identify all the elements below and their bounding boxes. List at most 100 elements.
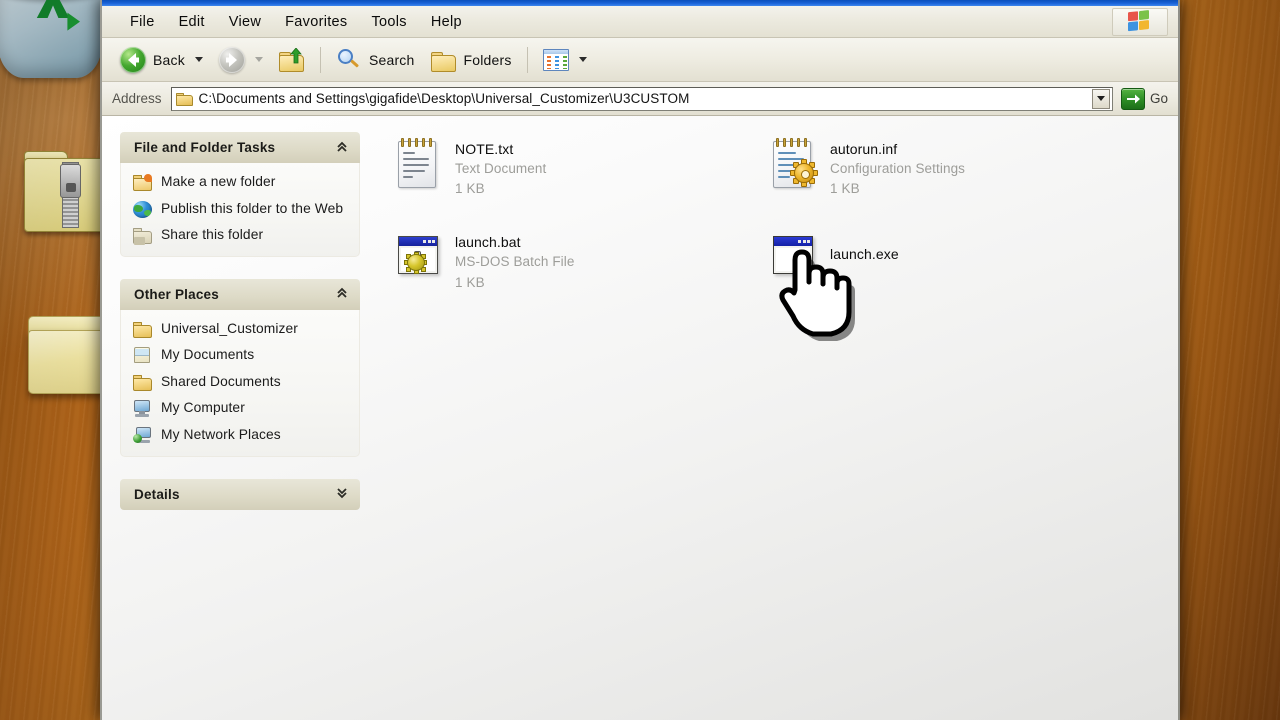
toolbar-separator-2 <box>526 46 528 73</box>
application-icon <box>769 231 816 283</box>
back-label: Back <box>153 51 185 68</box>
my-documents-icon <box>133 347 152 364</box>
toolbar-separator <box>319 46 321 73</box>
panel-header[interactable]: File and Folder Tasks <box>120 132 360 163</box>
place-shared-documents[interactable]: Shared Documents <box>133 372 349 392</box>
file-item-launch-bat[interactable]: launch.bat MS-DOS Batch File 1 KB <box>386 225 761 298</box>
task-label: Publish this folder to the Web <box>161 200 344 216</box>
chevron-down-double-icon[interactable] <box>336 487 348 501</box>
shared-folder-icon <box>133 227 152 246</box>
file-type: MS-DOS Batch File <box>455 254 575 270</box>
file-size: 1 KB <box>455 181 485 197</box>
forward-button[interactable] <box>211 42 271 78</box>
address-input[interactable]: C:\Documents and Settings\gigafide\Deskt… <box>170 86 1113 111</box>
up-button[interactable] <box>271 43 313 77</box>
magnifier-icon <box>336 48 362 72</box>
recycle-bin-icon[interactable] <box>0 0 110 84</box>
menu-bar: File Edit View Favorites Tools Help <box>102 6 1178 38</box>
views-icon <box>542 48 569 71</box>
place-my-documents[interactable]: My Documents <box>133 345 349 365</box>
search-button[interactable]: Search <box>328 43 423 77</box>
menu-item-help[interactable]: Help <box>419 11 474 33</box>
task-publish-to-web[interactable]: Publish this folder to the Web <box>133 199 349 219</box>
place-my-computer[interactable]: My Computer <box>133 398 349 418</box>
file-item-launch-exe[interactable]: launch.exe <box>761 225 907 298</box>
panel-header[interactable]: Other Places <box>120 278 360 310</box>
window-body: File and Folder Tasks Make a new folder … <box>102 116 1178 720</box>
menu-item-edit[interactable]: Edit <box>167 11 217 33</box>
gear-icon <box>404 251 430 275</box>
sidebar: File and Folder Tasks Make a new folder … <box>102 116 374 720</box>
task-label: Share this folder <box>161 227 264 243</box>
panel-header[interactable]: Details <box>120 478 360 510</box>
place-label: Universal_Customizer <box>161 320 298 336</box>
address-label: Address <box>112 91 162 106</box>
task-label: Make a new folder <box>161 174 276 189</box>
chevron-up-double-icon[interactable] <box>336 287 348 301</box>
file-name: NOTE.txt <box>455 141 514 157</box>
new-folder-icon <box>133 174 152 191</box>
menu-item-tools[interactable]: Tools <box>359 11 418 33</box>
gear-icon <box>790 159 818 187</box>
file-type: Configuration Settings <box>830 160 966 176</box>
file-type: Text Document <box>455 160 547 176</box>
place-label: My Computer <box>161 400 245 416</box>
panel-content: Universal_Customizer My Documents Shared… <box>120 309 360 457</box>
go-arrow-icon <box>1120 87 1145 110</box>
panel-title: File and Folder Tasks <box>134 140 276 155</box>
globe-icon <box>133 200 152 218</box>
panel-file-and-folder-tasks: File and Folder Tasks Make a new folder … <box>120 132 360 257</box>
folder-icon <box>175 92 193 106</box>
place-label: My Network Places <box>161 427 281 443</box>
toolbar: Back Search Folders <box>102 38 1178 82</box>
recycle-arrow-icon <box>36 0 80 31</box>
menu-item-file[interactable]: File <box>118 11 167 33</box>
file-list[interactable]: NOTE.txt Text Document 1 KB autorun.inf … <box>374 116 1178 720</box>
address-dropdown-button[interactable] <box>1091 88 1110 109</box>
search-label: Search <box>368 51 415 68</box>
file-name: autorun.inf <box>830 141 898 157</box>
text-document-icon <box>394 138 441 190</box>
file-item-note-txt[interactable]: NOTE.txt Text Document 1 KB <box>386 132 761 205</box>
folder-icon <box>430 48 457 72</box>
folder-icon <box>133 374 152 391</box>
file-size: 1 KB <box>830 181 860 197</box>
place-my-network-places[interactable]: My Network Places <box>133 425 349 445</box>
place-label: Shared Documents <box>161 373 281 389</box>
folders-button[interactable]: Folders <box>423 43 520 77</box>
chevron-up-double-icon[interactable] <box>336 141 348 155</box>
config-settings-icon <box>769 138 818 190</box>
file-row: NOTE.txt Text Document 1 KB autorun.inf … <box>386 132 1178 205</box>
place-universal-customizer[interactable]: Universal_Customizer <box>133 319 349 339</box>
views-button[interactable] <box>535 44 595 76</box>
file-name: launch.bat <box>455 234 521 251</box>
back-arrow-icon <box>120 46 146 73</box>
menu-item-view[interactable]: View <box>217 11 273 33</box>
panel-other-places: Other Places Universal_Customizer My Doc… <box>120 278 360 457</box>
panel-title: Details <box>134 486 180 502</box>
network-places-icon <box>133 427 152 444</box>
go-button[interactable]: Go <box>1115 87 1178 110</box>
explorer-window: File Edit View Favorites Tools Help Back <box>100 0 1180 720</box>
file-row: launch.bat MS-DOS Batch File 1 KB launch… <box>386 225 1178 298</box>
windows-flag-icon[interactable] <box>1112 8 1168 36</box>
task-make-new-folder[interactable]: Make a new folder <box>133 172 349 192</box>
views-dropdown-icon[interactable] <box>578 57 587 62</box>
menu-item-favorites[interactable]: Favorites <box>273 11 359 33</box>
back-button[interactable]: Back <box>112 42 211 78</box>
panel-content: Make a new folder Publish this folder to… <box>120 163 360 257</box>
chevron-down-icon <box>1096 96 1105 101</box>
file-item-autorun-inf[interactable]: autorun.inf Configuration Settings 1 KB <box>761 132 973 205</box>
folders-label: Folders <box>463 51 512 68</box>
panel-title: Other Places <box>134 286 219 302</box>
forward-dropdown-icon[interactable] <box>254 57 263 62</box>
ms-dos-batch-icon <box>394 231 441 283</box>
address-bar: Address C:\Documents and Settings\gigafi… <box>102 82 1178 116</box>
go-label: Go <box>1149 91 1168 106</box>
panel-details: Details <box>120 478 360 510</box>
task-share-folder[interactable]: Share this folder <box>133 225 349 246</box>
back-dropdown-icon[interactable] <box>194 57 203 62</box>
place-label: My Documents <box>161 347 255 363</box>
file-name: launch.exe <box>830 246 899 263</box>
file-size: 1 KB <box>455 274 485 290</box>
